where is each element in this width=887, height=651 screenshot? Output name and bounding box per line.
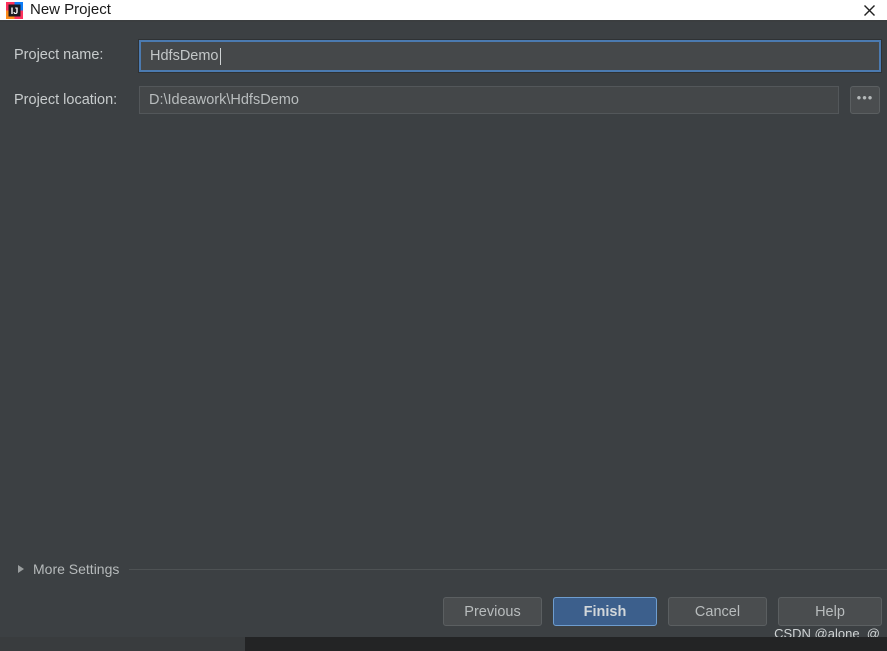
help-button[interactable]: Help (778, 597, 882, 626)
more-settings-toggle[interactable]: More Settings (0, 558, 887, 580)
intellij-idea-icon: IJ (6, 2, 23, 19)
strip-right-segment (245, 637, 887, 651)
close-icon[interactable] (855, 0, 883, 20)
finish-button[interactable]: Finish (553, 597, 657, 626)
project-name-label: Project name: (14, 47, 104, 63)
text-caret (219, 47, 221, 65)
project-name-input[interactable]: HdfsDemo (138, 39, 882, 73)
project-name-value: HdfsDemo (150, 48, 219, 64)
triangle-right-icon (18, 565, 24, 573)
window-title: New Project (30, 1, 111, 18)
title-bar: IJ New Project (0, 0, 887, 22)
cancel-button[interactable]: Cancel (668, 597, 767, 626)
project-location-input[interactable]: D:\Ideawork\HdfsDemo (139, 86, 839, 114)
new-project-dialog: IJ New Project Project name: HdfsDemo Pr… (0, 0, 887, 651)
project-location-label: Project location: (14, 92, 118, 108)
previous-button[interactable]: Previous (443, 597, 542, 626)
project-location-value: D:\Ideawork\HdfsDemo (149, 92, 299, 108)
browse-folder-button[interactable]: ••• (850, 86, 880, 114)
ellipsis-icon: ••• (856, 89, 874, 105)
more-settings-label: More Settings (33, 561, 120, 577)
section-divider (129, 568, 887, 570)
desktop-background-strip (0, 637, 887, 651)
strip-left-segment (0, 637, 245, 651)
svg-text:IJ: IJ (11, 6, 19, 16)
